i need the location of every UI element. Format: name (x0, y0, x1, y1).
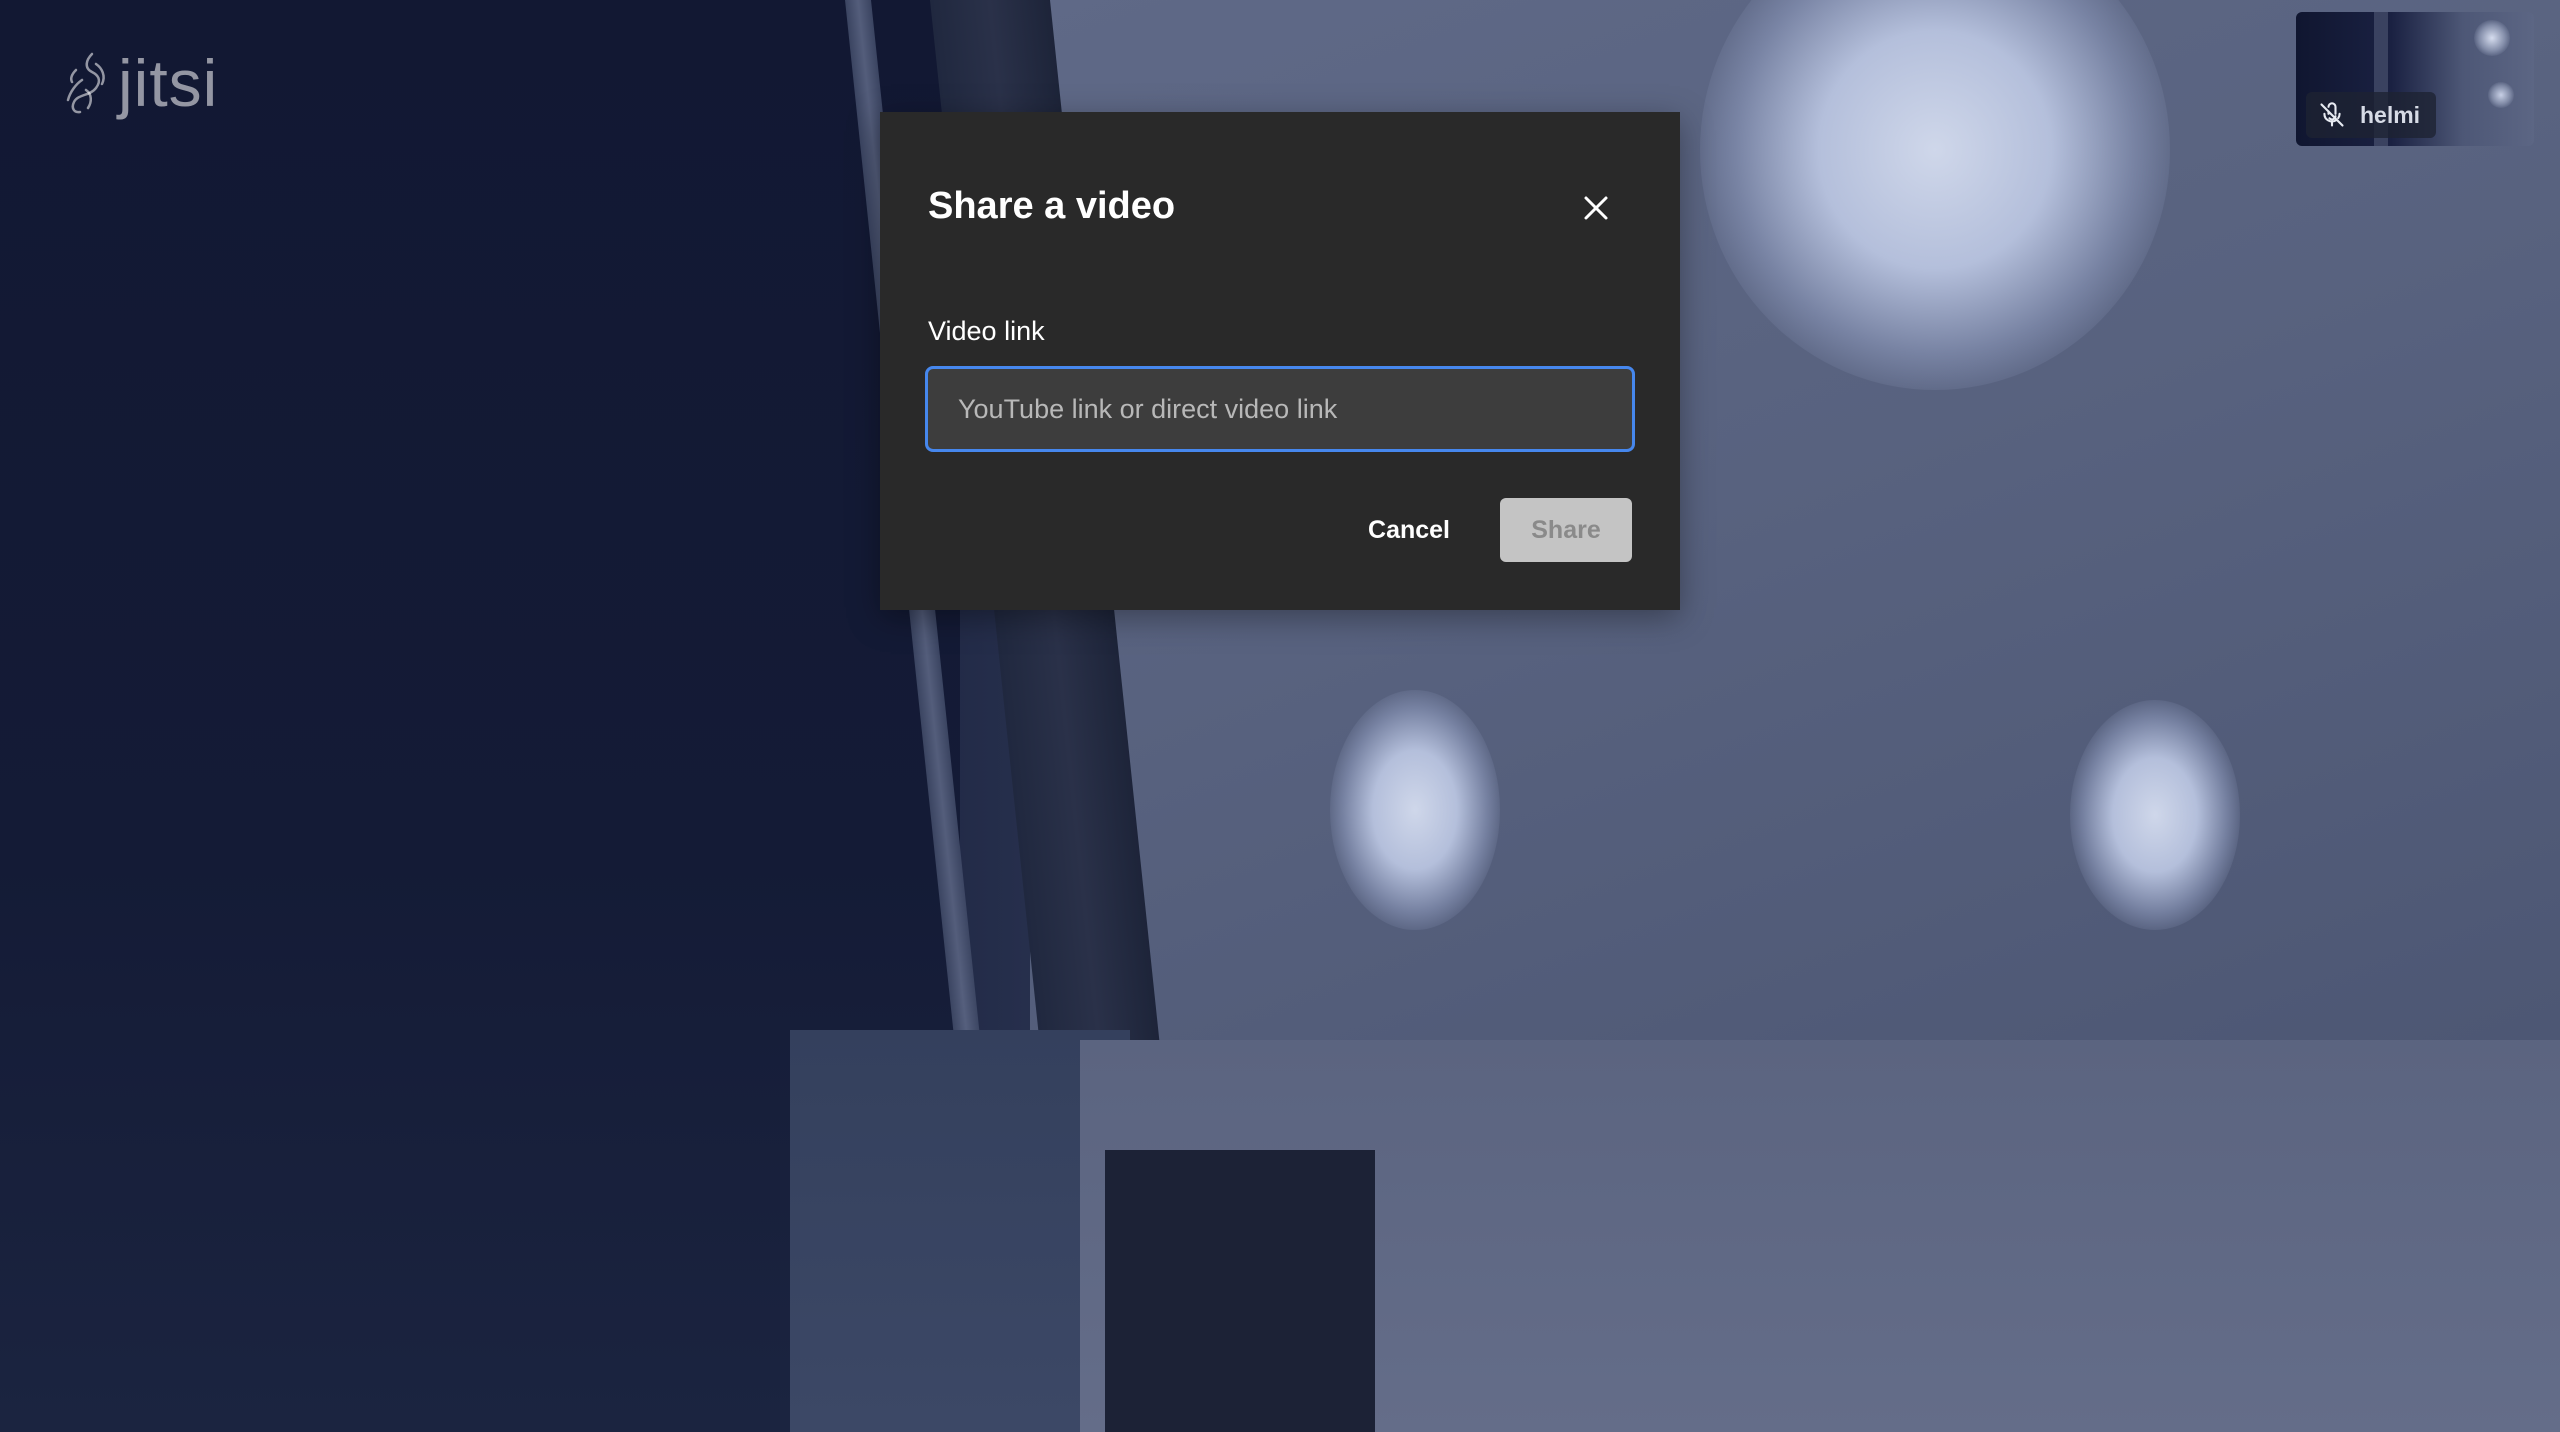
video-wall-left (790, 1030, 1130, 1432)
video-link-label: Video link (928, 316, 1045, 346)
close-icon (1584, 196, 1608, 220)
video-doorway (1105, 1150, 1375, 1432)
ceiling-light (1330, 690, 1500, 930)
share-video-dialog: Share a video Video link Cancel Share (880, 112, 1680, 610)
dialog-actions: Cancel Share (1348, 498, 1632, 562)
mic-muted-icon (2320, 102, 2344, 127)
participant-name: helmi (2360, 101, 2421, 128)
jitsi-logo-text: jitsi (118, 46, 219, 120)
meeting-stage: jitsi helmi Share a video Video link You… (0, 0, 2560, 1432)
cancel-button[interactable]: Cancel (1348, 498, 1470, 562)
thumbnail-video-detail (2474, 20, 2510, 56)
video-link-field (925, 366, 1635, 452)
thumbnail-video-detail (2488, 82, 2514, 108)
share-button[interactable]: Share (1500, 498, 1632, 562)
ceiling-light (2070, 700, 2240, 930)
self-view-thumbnail[interactable]: helmi (2296, 12, 2534, 146)
participant-name-badge: helmi (2306, 92, 2437, 138)
dialog-title: Share a video (928, 185, 1176, 227)
jitsi-logo: jitsi (62, 50, 218, 116)
video-link-input[interactable] (928, 369, 1632, 449)
close-button[interactable] (1576, 188, 1616, 228)
jitsi-logo-icon (66, 52, 105, 114)
